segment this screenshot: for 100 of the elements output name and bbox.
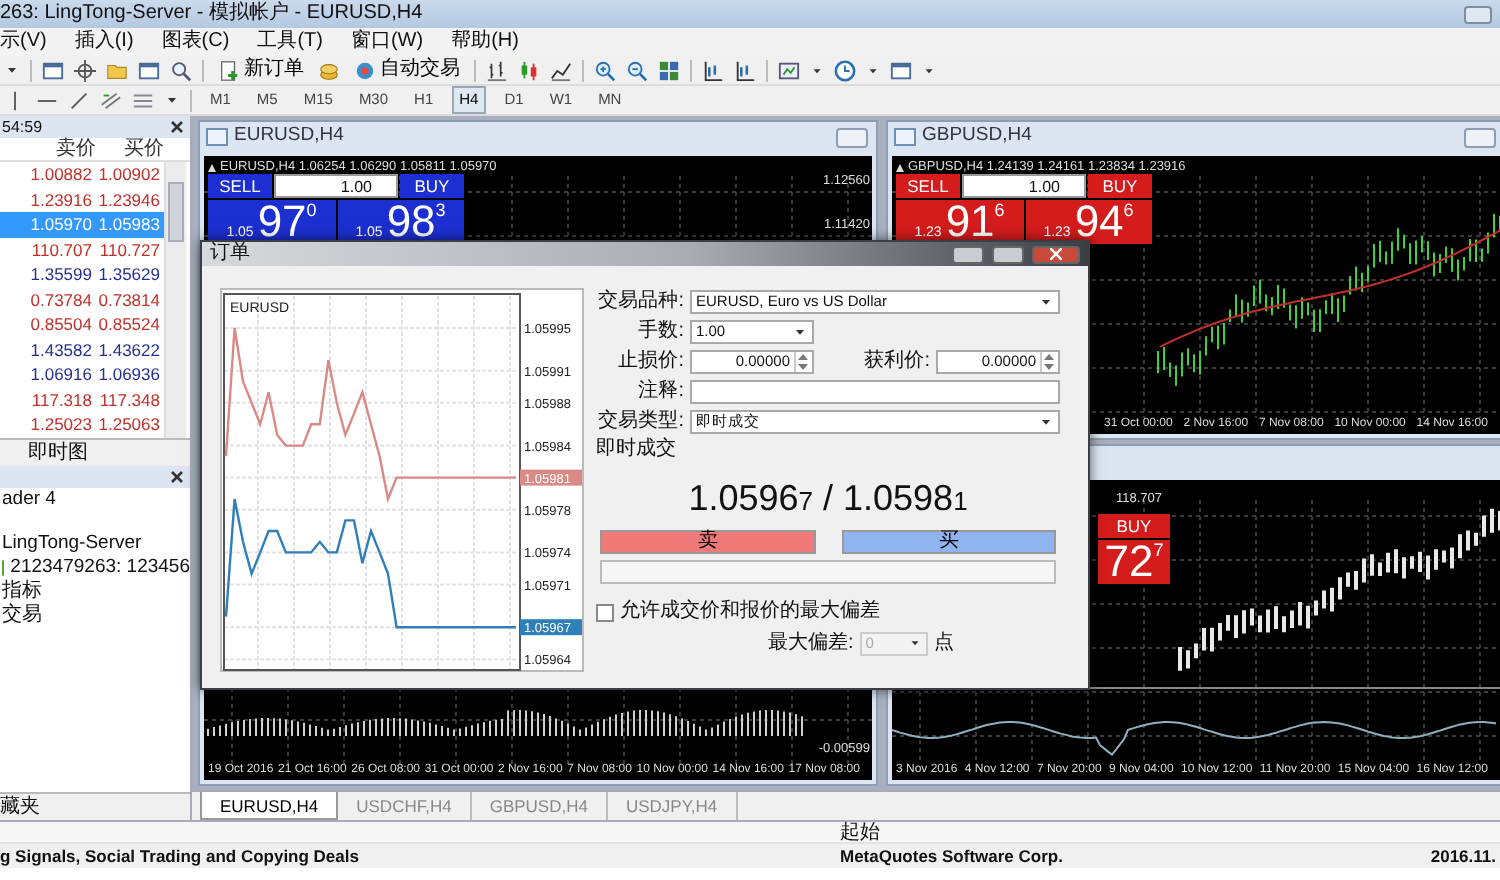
section-label: 即时成交 bbox=[596, 438, 678, 462]
bid-cell-text: 110.707 bbox=[29, 237, 94, 262]
window-icon[interactable] bbox=[42, 59, 64, 81]
caret-icon[interactable] bbox=[866, 63, 880, 77]
sell-button[interactable]: SELL bbox=[208, 174, 272, 198]
zoom-out-icon[interactable] bbox=[626, 59, 648, 81]
buy-button[interactable]: BUY bbox=[400, 174, 464, 198]
zoom-in-icon[interactable] bbox=[594, 59, 616, 81]
quote-row[interactable]: 1.06916 1.06936 bbox=[0, 362, 164, 387]
column-header: 起始 bbox=[840, 822, 882, 842]
fibonacci-icon[interactable] bbox=[132, 89, 154, 111]
channel-icon[interactable] bbox=[100, 89, 122, 111]
bid-cell-text: 117.318 bbox=[29, 387, 94, 412]
shift-chart-icon[interactable] bbox=[734, 59, 756, 81]
grid-icon[interactable] bbox=[658, 59, 680, 81]
spin-arrows-icon[interactable] bbox=[1040, 351, 1054, 371]
caret-icon[interactable] bbox=[4, 62, 20, 78]
close-icon[interactable] bbox=[170, 469, 184, 483]
trend-line-icon[interactable] bbox=[68, 89, 90, 111]
quote-row[interactable]: 1.23916 1.23946 bbox=[0, 187, 164, 212]
ask-cell-text: 0.85524 bbox=[96, 312, 162, 337]
sell-button[interactable]: 卖 bbox=[600, 530, 815, 554]
buy-button[interactable]: 买 bbox=[841, 530, 1056, 554]
quote-row[interactable]: 117.318 117.348 bbox=[0, 387, 164, 412]
quote-row[interactable]: 0.85504 0.85524 bbox=[0, 312, 164, 337]
clock-icon[interactable] bbox=[834, 59, 856, 81]
checkbox-label: 允许成交价和报价的最大偏差 bbox=[620, 600, 880, 624]
quote-row[interactable]: 1.35599 1.35629 bbox=[0, 262, 164, 287]
bid-cell-text: 1.05970 bbox=[28, 212, 94, 237]
shift-chart-icon[interactable] bbox=[702, 59, 724, 81]
ask-cell-text: 0.73814 bbox=[96, 287, 162, 312]
chart-tab[interactable]: EURUSD,H4 bbox=[200, 792, 339, 820]
caret-icon[interactable] bbox=[922, 63, 936, 77]
buy-button[interactable]: BUY bbox=[1098, 514, 1170, 538]
field-label: 注释: bbox=[636, 378, 684, 404]
close-icon[interactable] bbox=[170, 120, 184, 134]
bid-cell-text: 1.00882 bbox=[28, 162, 94, 187]
ask-cell-text: 1.43622 bbox=[96, 337, 162, 362]
ask-cell-text: 1.00902 bbox=[96, 162, 162, 187]
sell-button[interactable]: SELL bbox=[896, 174, 960, 198]
lot-field[interactable]: 1.00 bbox=[274, 174, 398, 198]
new-order-button[interactable]: 新订单 bbox=[214, 58, 308, 82]
minimize-button[interactable] bbox=[1464, 5, 1492, 23]
menu-item[interactable]: 帮助(H) bbox=[451, 28, 519, 56]
chart-window-title: GBPUSD,H4 bbox=[922, 122, 1032, 151]
quote-row[interactable]: 1.43582 1.43622 bbox=[0, 337, 164, 362]
lot-field[interactable]: 1.00 bbox=[962, 174, 1086, 198]
bid-cell-text: 1.25023 bbox=[28, 412, 94, 437]
comment-field[interactable] bbox=[690, 379, 1060, 403]
checkbox[interactable] bbox=[596, 603, 614, 621]
menu-item[interactable]: 工具(T) bbox=[257, 28, 323, 56]
quote-row[interactable]: 0.73784 0.73814 bbox=[0, 287, 164, 312]
navigator-item[interactable]: 指标 bbox=[2, 579, 42, 603]
quote-row[interactable]: 110.707 110.727 bbox=[0, 237, 164, 262]
table-cell-text: g Signals, Social Trading and Copying Deals bbox=[0, 844, 361, 868]
caret-icon[interactable] bbox=[164, 92, 180, 108]
field-label: 手数: bbox=[636, 318, 684, 344]
window-icon[interactable] bbox=[890, 59, 912, 81]
crosshair-icon[interactable] bbox=[74, 59, 96, 81]
quote-row[interactable]: 1.25023 1.25063 bbox=[0, 412, 164, 437]
menu-item[interactable]: 图表(C) bbox=[161, 28, 230, 56]
coin-stack-icon[interactable] bbox=[318, 59, 340, 81]
table-cell-text: MetaQuotes Software Corp. bbox=[840, 844, 1065, 868]
ask-cell-text: 1.23946 bbox=[96, 187, 162, 212]
bar-chart-icon[interactable] bbox=[486, 59, 508, 81]
buy-price[interactable]: 72$^{7}$ bbox=[1098, 540, 1170, 584]
candle-chart-icon[interactable] bbox=[518, 59, 540, 81]
navigator-item[interactable]: 2123479263: 123456 bbox=[10, 555, 190, 579]
ask-cell-text: 110.727 bbox=[97, 237, 162, 262]
navigator-item[interactable]: 交易 bbox=[2, 603, 42, 627]
field-label: 交易类型: bbox=[596, 408, 684, 434]
bid-cell-text: 1.43582 bbox=[28, 337, 94, 362]
chart-icon bbox=[206, 128, 228, 146]
window-icon[interactable] bbox=[138, 59, 160, 81]
caret-icon[interactable] bbox=[810, 63, 824, 77]
scrollbar[interactable] bbox=[164, 162, 186, 437]
column-header: 买价 bbox=[122, 138, 164, 160]
panel-tab[interactable]: 藏夹 bbox=[0, 796, 40, 818]
bid-cell-text: 0.85504 bbox=[28, 312, 94, 337]
template-icon[interactable] bbox=[778, 59, 800, 81]
navigator-item[interactable]: ader 4 bbox=[2, 487, 56, 511]
chart-window-title: EURUSD,H4 bbox=[234, 122, 344, 151]
quote-row[interactable]: 1.00882 1.00902 bbox=[0, 162, 164, 187]
menu-item[interactable]: 窗口(W) bbox=[350, 28, 424, 56]
spin-arrows-icon[interactable] bbox=[794, 351, 808, 371]
robot-icon[interactable] bbox=[354, 59, 376, 81]
buy-button[interactable]: BUY bbox=[1088, 174, 1152, 198]
close-button[interactable] bbox=[1032, 245, 1080, 263]
magnifier-icon[interactable] bbox=[170, 59, 192, 81]
column-header: 卖价 bbox=[54, 138, 96, 160]
line-chart-icon[interactable] bbox=[550, 59, 572, 81]
maximize-button[interactable] bbox=[992, 245, 1024, 263]
navigator-item[interactable]: LingTong-Server bbox=[2, 531, 142, 555]
minimize-button[interactable] bbox=[952, 245, 984, 263]
menu-item[interactable]: 插入(I) bbox=[74, 28, 134, 56]
auto-trading-button[interactable]: 自动交易 bbox=[350, 58, 464, 82]
window-title: 263: LingTong-Server - 模拟帐户 - EURUSD,H4 bbox=[0, 0, 423, 28]
menu-item[interactable]: 示(V) bbox=[0, 28, 47, 56]
document-plus-icon[interactable] bbox=[218, 59, 240, 81]
bid-cell-text: 1.06916 bbox=[28, 362, 94, 387]
